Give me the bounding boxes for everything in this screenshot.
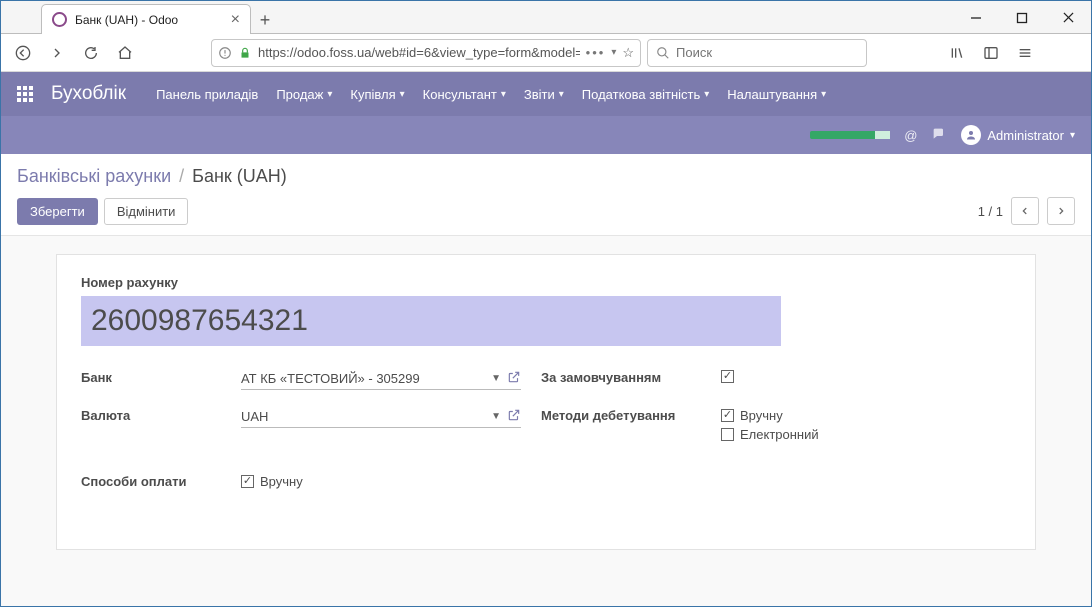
browser-tab[interactable]: Банк (UAH) - Odoo × bbox=[41, 4, 251, 34]
url-dropdown-icon[interactable]: ▾ bbox=[611, 47, 616, 58]
browser-window: Банк (UAH) - Odoo × + bbox=[0, 0, 1092, 607]
odoo-systray: @ Administrator ▾ bbox=[1, 116, 1091, 154]
hamburger-menu-icon[interactable] bbox=[1011, 39, 1039, 67]
browser-search-input[interactable] bbox=[676, 45, 858, 60]
debit-electronic-label: Електронний bbox=[740, 427, 819, 442]
bank-input[interactable] bbox=[241, 371, 485, 386]
window-controls bbox=[953, 1, 1091, 34]
default-label: За замовчуванням bbox=[541, 370, 711, 385]
external-link-icon[interactable] bbox=[507, 370, 521, 387]
caret-down-icon: ▾ bbox=[821, 89, 826, 100]
user-name: Administrator bbox=[987, 128, 1064, 143]
back-button[interactable] bbox=[9, 39, 37, 67]
menu-tax-reports[interactable]: Податкова звітність▾ bbox=[582, 87, 709, 102]
app-brand[interactable]: Бухоблік bbox=[51, 83, 126, 105]
main-menus: Панель приладів Продаж▾ Купівля▾ Консуль… bbox=[156, 87, 826, 102]
apps-switcher-icon[interactable] bbox=[17, 86, 33, 102]
new-tab-button[interactable]: + bbox=[251, 6, 279, 34]
menu-purchase[interactable]: Купівля▾ bbox=[350, 87, 404, 102]
tracking-shield-icon bbox=[218, 46, 232, 60]
bookmark-star-icon[interactable]: ☆ bbox=[622, 45, 634, 61]
lock-icon bbox=[238, 46, 252, 60]
discuss-icon[interactable] bbox=[931, 126, 947, 145]
control-panel: Банківські рахунки / Банк (UAH) Зберегти… bbox=[1, 154, 1091, 236]
caret-down-icon: ▾ bbox=[559, 89, 564, 100]
outbound-manual-checkbox[interactable] bbox=[241, 475, 254, 488]
debit-electronic-checkbox[interactable] bbox=[721, 428, 734, 441]
pager-next-button[interactable] bbox=[1047, 197, 1075, 225]
currency-input[interactable] bbox=[241, 409, 485, 424]
bank-field[interactable]: ▼ bbox=[241, 370, 521, 390]
menu-advisor[interactable]: Консультант▾ bbox=[423, 87, 506, 102]
form-sheet-bg: Номер рахунку Банк ▼ За замовчуванням В bbox=[1, 236, 1091, 606]
forward-button[interactable] bbox=[43, 39, 71, 67]
pager-value[interactable]: 1 / 1 bbox=[978, 204, 1003, 219]
bank-label: Банк bbox=[81, 370, 231, 385]
outbound-manual-label: Вручну bbox=[260, 474, 303, 489]
caret-down-icon: ▾ bbox=[1070, 130, 1075, 141]
tab-close-icon[interactable]: × bbox=[231, 12, 240, 28]
save-button[interactable]: Зберегти bbox=[17, 198, 98, 225]
menu-reports[interactable]: Звіти▾ bbox=[524, 87, 564, 102]
url-bar[interactable]: ••• ▾ ☆ bbox=[211, 39, 641, 67]
progress-indicator[interactable] bbox=[810, 131, 890, 139]
pager: 1 / 1 bbox=[978, 197, 1075, 225]
window-close-button[interactable] bbox=[1045, 1, 1091, 34]
at-icon[interactable]: @ bbox=[904, 128, 917, 143]
reload-button[interactable] bbox=[77, 39, 105, 67]
library-icon[interactable] bbox=[943, 39, 971, 67]
caret-down-icon: ▾ bbox=[501, 89, 506, 100]
discard-button[interactable]: Відмінити bbox=[104, 198, 189, 225]
avatar-icon bbox=[961, 125, 981, 145]
browser-search-bar[interactable] bbox=[647, 39, 867, 67]
tab-strip: Банк (UAH) - Odoo × + bbox=[1, 1, 1091, 34]
maximize-button[interactable] bbox=[999, 1, 1045, 34]
default-checkbox[interactable] bbox=[721, 370, 734, 383]
user-menu[interactable]: Administrator ▾ bbox=[961, 125, 1075, 145]
minimize-button[interactable] bbox=[953, 1, 999, 34]
form-sheet: Номер рахунку Банк ▼ За замовчуванням В bbox=[56, 254, 1036, 550]
dropdown-icon[interactable]: ▼ bbox=[491, 373, 501, 384]
acc-number-input[interactable] bbox=[81, 296, 781, 346]
caret-down-icon: ▾ bbox=[704, 89, 709, 100]
menu-dashboard[interactable]: Панель приладів bbox=[156, 87, 258, 102]
debit-manual-checkbox[interactable] bbox=[721, 409, 734, 422]
tab-title: Банк (UAH) - Odoo bbox=[75, 13, 223, 27]
browser-toolbar: ••• ▾ ☆ bbox=[1, 34, 1091, 72]
caret-down-icon: ▾ bbox=[400, 89, 405, 100]
breadcrumb: Банківські рахунки / Банк (UAH) bbox=[17, 166, 1075, 187]
odoo-favicon bbox=[52, 12, 67, 27]
search-icon bbox=[656, 46, 670, 60]
sidebar-icon[interactable] bbox=[977, 39, 1005, 67]
odoo-top-nav: Бухоблік Панель приладів Продаж▾ Купівля… bbox=[1, 72, 1091, 116]
acc-number-label: Номер рахунку bbox=[81, 275, 1011, 290]
outbound-methods-label: Способи оплати bbox=[81, 460, 231, 489]
menu-config[interactable]: Налаштування▾ bbox=[727, 87, 826, 102]
debit-manual-label: Вручну bbox=[740, 408, 783, 423]
menu-sales[interactable]: Продаж▾ bbox=[276, 87, 332, 102]
breadcrumb-root[interactable]: Банківські рахунки bbox=[17, 166, 171, 187]
page-actions-icon[interactable]: ••• bbox=[586, 45, 606, 60]
breadcrumb-current: Банк (UAH) bbox=[192, 166, 287, 187]
external-link-icon[interactable] bbox=[507, 408, 521, 425]
debit-methods-label: Методи дебетування bbox=[541, 408, 711, 423]
currency-label: Валюта bbox=[81, 408, 231, 423]
url-input[interactable] bbox=[258, 45, 580, 60]
pager-prev-button[interactable] bbox=[1011, 197, 1039, 225]
caret-down-icon: ▾ bbox=[327, 89, 332, 100]
home-button[interactable] bbox=[111, 39, 139, 67]
dropdown-icon[interactable]: ▼ bbox=[491, 411, 501, 422]
currency-field[interactable]: ▼ bbox=[241, 408, 521, 428]
breadcrumb-separator: / bbox=[179, 166, 184, 187]
